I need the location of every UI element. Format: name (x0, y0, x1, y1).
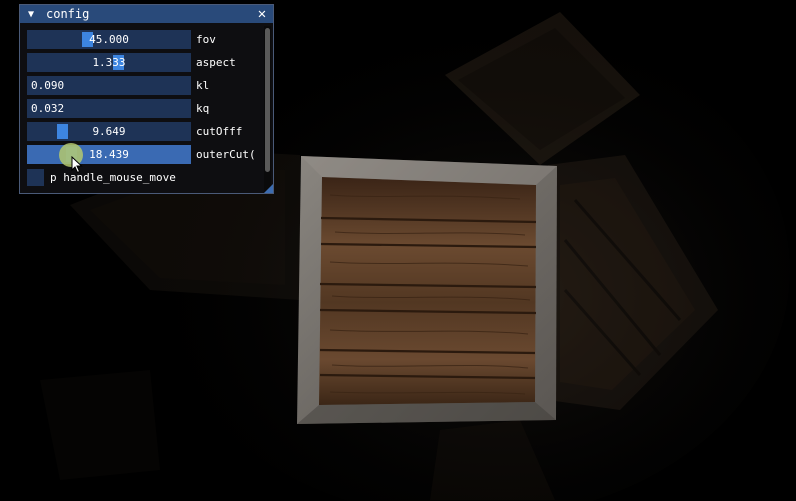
aspect-slider[interactable]: 1.333 (27, 53, 191, 72)
kl-value: 0.090 (31, 79, 65, 92)
main-crate (297, 156, 557, 424)
handle-mouse-move-row: p handle_mouse_move (27, 168, 265, 187)
clipped-widget[interactable] (27, 193, 91, 194)
outercutoff-label: outerCut( (196, 148, 256, 161)
outercutoff-slider[interactable]: 18.439 (27, 145, 191, 164)
fov-row: 45.000 fov (27, 30, 265, 49)
aspect-row: 1.333 aspect (27, 53, 265, 72)
config-window-title-bar[interactable]: ▼ config ✕ (20, 5, 273, 23)
kq-drag-field[interactable]: 0.032 (27, 99, 191, 118)
cutoff-slider[interactable]: 9.649 (27, 122, 191, 141)
collapse-triangle-icon[interactable]: ▼ (24, 9, 38, 20)
cutoff-value: 9.649 (92, 125, 126, 138)
kl-label: kl (196, 79, 210, 92)
aspect-label: aspect (196, 56, 236, 69)
cutoff-label: cutOfff (196, 125, 243, 138)
fov-slider[interactable]: 45.000 (27, 30, 191, 49)
window-title: config (46, 7, 90, 21)
background-crate-bottom-left (40, 370, 160, 480)
fov-value: 45.000 (89, 33, 129, 46)
resize-grip-icon[interactable] (264, 184, 273, 193)
scrollbar-thumb[interactable] (265, 28, 270, 172)
kl-row: 0.090 kl (27, 76, 265, 95)
cutoff-row: 9.649 cutOfff (27, 122, 265, 141)
handle-mouse-move-label: p handle_mouse_move (50, 171, 176, 184)
kq-row: 0.032 kq (27, 99, 265, 118)
kq-value: 0.032 (31, 102, 65, 115)
handle-mouse-move-checkbox[interactable] (27, 169, 44, 186)
vertical-scrollbar[interactable] (264, 26, 271, 192)
mouse-pointer-icon (71, 156, 83, 174)
fov-label: fov (196, 33, 216, 46)
kq-label: kq (196, 102, 210, 115)
outercutoff-value: 18.439 (89, 148, 129, 161)
kl-drag-field[interactable]: 0.090 (27, 76, 191, 95)
close-icon[interactable]: ✕ (255, 7, 269, 21)
config-window[interactable]: ▼ config ✕ 45.000 fov 1.333 aspect 0.090… (19, 4, 274, 194)
aspect-value: 1.333 (92, 56, 126, 69)
